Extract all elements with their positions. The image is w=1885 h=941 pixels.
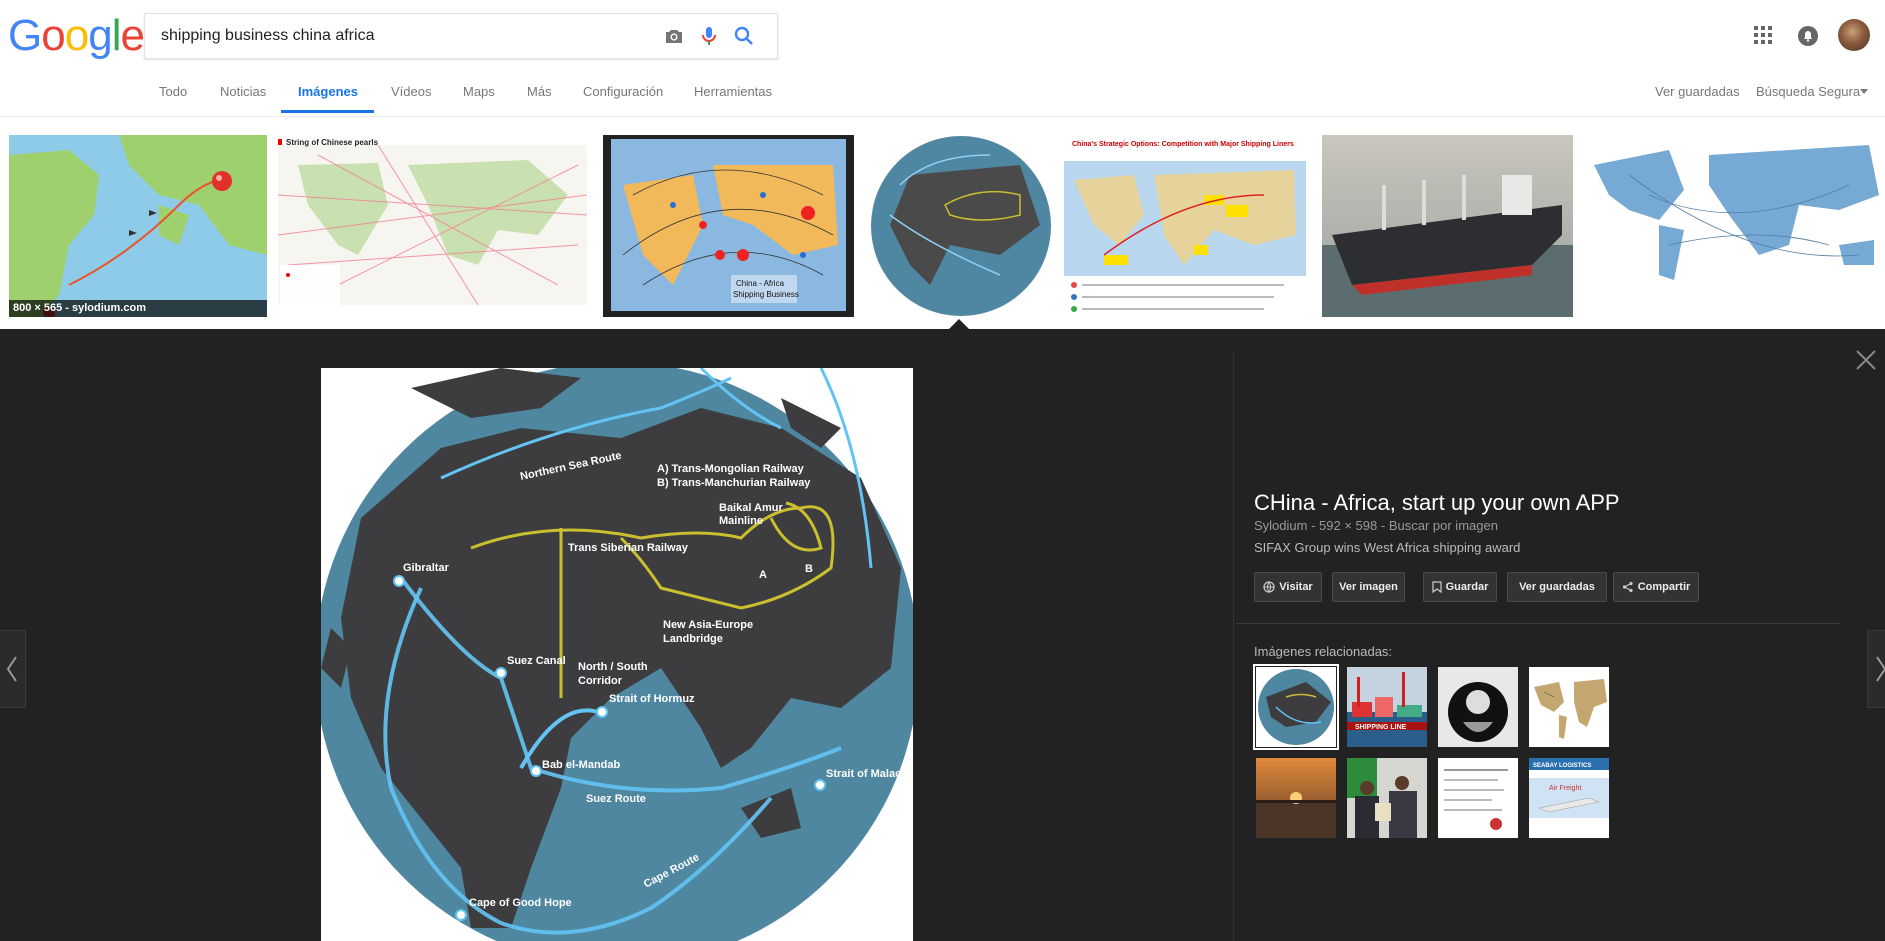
result-thumb-2[interactable]: String of Chinese pearls [278,135,587,308]
logo-letter: o [41,11,66,60]
tab-configuracion[interactable]: Configuración [583,82,663,102]
svg-text:Suez Route: Suez Route [586,793,646,805]
visit-button[interactable]: Visitar [1254,572,1322,602]
related-image-7[interactable] [1438,758,1518,838]
image-size: 592 × 598 [1319,518,1378,533]
globe-icon [1263,581,1275,593]
panel-divider [1233,350,1234,941]
svg-text:Baikal Amur: Baikal Amur [719,502,784,514]
view-image-button-label: Ver imagen [1339,581,1398,593]
share-icon [1622,581,1633,593]
image-title[interactable]: CHina - Africa, start up your own APP [1254,490,1620,516]
tab-herramientas[interactable]: Herramientas [694,82,772,102]
tab-noticias[interactable]: Noticias [220,82,266,102]
search-icon[interactable] [732,24,756,48]
svg-text:Suez Canal: Suez Canal [507,655,566,667]
related-image-8[interactable]: SEABAY LOGISTICS Air Freight [1529,758,1609,838]
share-button[interactable]: Compartir [1613,572,1699,602]
meta-separator: - [1311,518,1320,533]
tab-todo[interactable]: Todo [159,82,187,102]
safe-search-dropdown[interactable]: Búsqueda Segura [1756,82,1860,102]
previous-image-button[interactable] [0,630,26,708]
result-thumb-1[interactable] [9,135,267,317]
search-by-image-link[interactable]: Buscar por imagen [1389,518,1498,533]
related-image-2[interactable]: SHIPPING LINE [1347,667,1427,747]
svg-text:New Asia-Europe: New Asia-Europe [663,619,753,631]
chevron-down-icon [1860,89,1868,94]
close-icon[interactable] [1855,349,1877,371]
svg-text:Strait of Malacca: Strait of Malacca [826,768,913,780]
result-thumb-3[interactable]: China - Africa Shipping Business [603,135,854,317]
logo-letter: o [64,11,90,60]
svg-text:Gibraltar: Gibraltar [403,562,450,574]
svg-text:China's Strategic Options: Com: China's Strategic Options: Competition w… [1072,141,1294,148]
result-thumb-6[interactable] [1322,135,1573,317]
image-description: SIFAX Group wins West Africa shipping aw… [1254,540,1521,555]
main-preview-image[interactable]: Northern Sea Route A) Trans-Mongolian Ra… [321,368,913,941]
source-link[interactable]: Sylodium [1254,518,1307,533]
next-image-button[interactable] [1867,630,1885,708]
thumb-caption: 800 × 565 - sylodium.com [9,300,267,317]
view-saved-button[interactable]: Ver guardadas [1507,572,1607,602]
related-image-3[interactable] [1438,667,1518,747]
search-input[interactable] [159,14,643,58]
tab-imagenes[interactable]: Imágenes [298,82,358,102]
svg-text:A: A [759,569,767,581]
meta-separator: - [1380,518,1389,533]
svg-text:North / South: North / South [578,661,648,673]
google-logo[interactable]: Google [8,11,145,60]
image-viewer-panel [0,329,1885,941]
chevron-left-icon [6,656,17,682]
svg-text:String of Chinese pearls: String of Chinese pearls [286,138,379,147]
bookmark-icon [1431,581,1442,593]
svg-text:SEABAY LOGISTICS: SEABAY LOGISTICS [1533,763,1591,769]
svg-text:Bab el-Mandab: Bab el-Mandab [542,759,621,771]
section-divider [1236,623,1841,624]
related-image-5[interactable] [1256,758,1336,838]
tab-videos[interactable]: Vídeos [391,82,431,102]
microphone-icon[interactable] [697,24,721,48]
result-thumb-4[interactable] [870,135,1052,317]
svg-text:Trans Siberian Railway: Trans Siberian Railway [568,542,689,554]
svg-text:Cape of Good Hope: Cape of Good Hope [469,897,572,909]
related-images-label: Imágenes relacionadas: [1254,644,1393,659]
share-button-label: Compartir [1637,581,1691,593]
svg-text:B) Trans-Manchurian Railway: B) Trans-Manchurian Railway [657,477,811,489]
svg-text:SHIPPING LINE: SHIPPING LINE [1355,724,1407,731]
save-button[interactable]: Guardar [1423,572,1497,602]
save-button-label: Guardar [1445,581,1489,593]
tab-maps[interactable]: Maps [463,82,495,102]
svg-text:Corridor: Corridor [578,675,623,687]
notifications-bell-icon[interactable] [1797,25,1819,47]
result-thumb-7[interactable] [1589,135,1885,290]
related-image-4[interactable] [1529,667,1609,747]
logo-letter: e [120,11,145,60]
result-thumb-5[interactable]: China's Strategic Options: Competition w… [1064,135,1306,317]
apps-grid-icon[interactable] [1753,25,1773,45]
top-bar: Google Todo Noticias Imágenes Vídeos Map… [0,0,1885,117]
svg-text:A) Trans-Mongolian Railway: A) Trans-Mongolian Railway [657,463,805,475]
svg-text:Landbridge: Landbridge [663,633,723,645]
chevron-right-icon [1876,656,1885,682]
camera-icon[interactable] [662,24,686,48]
related-image-6[interactable] [1347,758,1427,838]
svg-text:China - Africa: China - Africa [736,279,785,288]
logo-letter: G [8,11,42,60]
search-box [144,13,778,59]
active-tab-indicator [281,110,374,113]
image-meta: Sylodium - 592 × 598 - Buscar por imagen [1254,518,1498,533]
svg-text:Mainline: Mainline [719,515,763,527]
tab-mas[interactable]: Más [527,82,552,102]
logo-letter: g [88,11,113,60]
visit-button-label: Visitar [1279,581,1313,593]
account-avatar[interactable] [1838,19,1870,51]
svg-text:Strait of Hormuz: Strait of Hormuz [609,693,695,705]
svg-text:B: B [805,563,813,575]
view-image-button[interactable]: Ver imagen [1332,572,1405,602]
svg-text:Shipping Business: Shipping Business [733,290,799,299]
saved-link[interactable]: Ver guardadas [1655,82,1740,102]
svg-text:Air Freight: Air Freight [1549,785,1581,792]
related-image-1[interactable] [1256,667,1336,747]
view-saved-button-label: Ver guardadas [1519,581,1595,593]
